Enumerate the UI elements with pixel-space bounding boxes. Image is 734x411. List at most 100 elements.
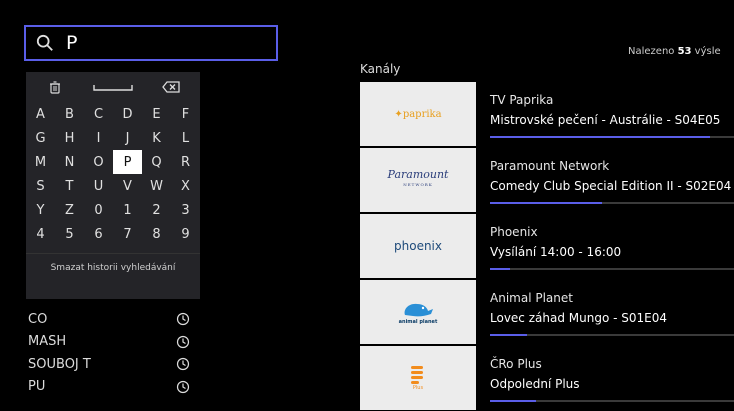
paramount-logo: Paramount NETWORK: [387, 168, 449, 187]
progress-bar-fill: [490, 136, 710, 138]
channel-program: Comedy Club Special Edition II - S02E04: [490, 179, 732, 193]
history-item[interactable]: PU: [28, 376, 200, 398]
key-y[interactable]: Y: [26, 198, 55, 222]
delete-history-button[interactable]: [26, 72, 84, 102]
on-screen-keyboard: A B C D E F G H I J K L M N O P Q R S T …: [26, 72, 200, 299]
paprika-logo-text: paprika: [402, 108, 442, 120]
phoenix-logo: phoenix: [394, 239, 442, 253]
key-p[interactable]: P: [113, 150, 142, 174]
channel-info: TV Paprika Mistrovské pečení - Austrálie…: [476, 82, 734, 148]
progress-bar-fill: [490, 268, 510, 270]
key-0[interactable]: 0: [84, 198, 113, 222]
history-item-label: CO: [28, 311, 48, 327]
history-item-label: SOUBOJ T: [28, 356, 91, 372]
channel-row[interactable]: phoenix Phoenix Vysílání 14:00 - 16:00: [360, 214, 734, 280]
progress-bar-fill: [490, 334, 527, 336]
key-j[interactable]: J: [113, 126, 142, 150]
channel-row[interactable]: ✦paprika TV Paprika Mistrovské pečení - …: [360, 82, 734, 148]
keyboard-row: Y Z 0 1 2 3: [26, 198, 200, 222]
results-count-prefix: Nalezeno: [628, 46, 678, 57]
channel-logo-animal-planet: animal planet: [360, 280, 476, 344]
channel-program: Mistrovské pečení - Austrálie - S04E05: [490, 113, 721, 127]
channel-info: Phoenix Vysílání 14:00 - 16:00: [476, 214, 734, 280]
key-6[interactable]: 6: [84, 222, 113, 246]
trash-icon: [50, 80, 60, 94]
key-a[interactable]: A: [26, 102, 55, 126]
key-t[interactable]: T: [55, 174, 84, 198]
clock-icon: [176, 357, 190, 371]
key-2[interactable]: 2: [142, 198, 171, 222]
key-b[interactable]: B: [55, 102, 84, 126]
key-g[interactable]: G: [26, 126, 55, 150]
key-i[interactable]: I: [84, 126, 113, 150]
history-item-label: MASH: [28, 334, 67, 349]
history-item[interactable]: MASH: [28, 331, 200, 353]
key-z[interactable]: Z: [55, 198, 84, 222]
keyboard-row: S T U V W X: [26, 174, 200, 198]
progress-bar-fill: [490, 202, 603, 204]
progress-bar: [490, 268, 734, 270]
channel-row[interactable]: Paramount NETWORK Paramount Network Comed…: [360, 148, 734, 214]
key-e[interactable]: E: [142, 102, 171, 126]
channel-name: Paramount Network: [490, 159, 610, 173]
key-m[interactable]: M: [26, 150, 55, 174]
channel-row[interactable]: animal planet Animal Planet Lovec záhad …: [360, 280, 734, 346]
cro-plus-logo: Plus: [410, 365, 426, 391]
progress-bar: [490, 202, 734, 204]
search-input[interactable]: P: [24, 25, 278, 61]
clock-icon: [176, 380, 190, 393]
key-9[interactable]: 9: [171, 222, 200, 246]
key-x[interactable]: X: [171, 174, 200, 198]
history-item[interactable]: CO: [28, 308, 200, 330]
channel-row[interactable]: Plus ČRo Plus Odpolední Plus: [360, 346, 734, 411]
key-r[interactable]: R: [171, 150, 200, 174]
key-n[interactable]: N: [55, 150, 84, 174]
key-u[interactable]: U: [84, 174, 113, 198]
keyboard-row: A B C D E F: [26, 102, 200, 126]
animal-planet-logo: animal planet: [398, 299, 438, 325]
key-l[interactable]: L: [171, 126, 200, 150]
channel-name: TV Paprika: [490, 93, 554, 107]
space-key[interactable]: [84, 72, 142, 102]
channel-program: Vysílání 14:00 - 16:00: [490, 245, 622, 259]
paprika-logo: ✦paprika: [394, 108, 442, 120]
space-icon: [93, 85, 133, 91]
key-w[interactable]: W: [142, 174, 171, 198]
key-3[interactable]: 3: [171, 198, 200, 222]
history-item[interactable]: SOUBOJ T: [28, 353, 200, 375]
clear-history-button[interactable]: Smazat historii vyhledávání: [26, 253, 200, 281]
key-8[interactable]: 8: [142, 222, 171, 246]
key-4[interactable]: 4: [26, 222, 55, 246]
channel-logo-phoenix: phoenix: [360, 214, 476, 278]
progress-bar: [490, 136, 734, 138]
backspace-icon: [162, 81, 180, 93]
key-c[interactable]: C: [84, 102, 113, 126]
key-h[interactable]: H: [55, 126, 84, 150]
key-d[interactable]: D: [113, 102, 142, 126]
key-o[interactable]: O: [84, 150, 113, 174]
elephant-icon: [404, 303, 433, 317]
history-item-label: PU: [28, 379, 46, 394]
keyboard-row: G H I J K L: [26, 126, 200, 150]
key-q[interactable]: Q: [142, 150, 171, 174]
channel-logo-paprika: ✦paprika: [360, 82, 476, 146]
channel-name: Animal Planet: [490, 291, 573, 305]
channel-program: Lovec záhad Mungo - S01E04: [490, 311, 667, 325]
channel-program: Odpolední Plus: [490, 377, 580, 391]
key-f[interactable]: F: [171, 102, 200, 126]
key-1[interactable]: 1: [113, 198, 142, 222]
key-s[interactable]: S: [26, 174, 55, 198]
search-query: P: [66, 32, 78, 54]
cro-plus-logo-text: Plus: [412, 385, 424, 391]
animal-planet-logo-text: animal planet: [398, 319, 438, 325]
key-5[interactable]: 5: [55, 222, 84, 246]
radio-waves-icon: [411, 366, 423, 384]
results-count-number: 53: [677, 46, 692, 57]
key-7[interactable]: 7: [113, 222, 142, 246]
results-count: Nalezeno 53 výsle: [628, 46, 721, 57]
key-v[interactable]: V: [113, 174, 142, 198]
keyboard-row: M N O P Q R: [26, 150, 200, 174]
key-k[interactable]: K: [142, 126, 171, 150]
channel-logo-cro-plus: Plus: [360, 346, 476, 410]
backspace-key[interactable]: [142, 72, 200, 102]
